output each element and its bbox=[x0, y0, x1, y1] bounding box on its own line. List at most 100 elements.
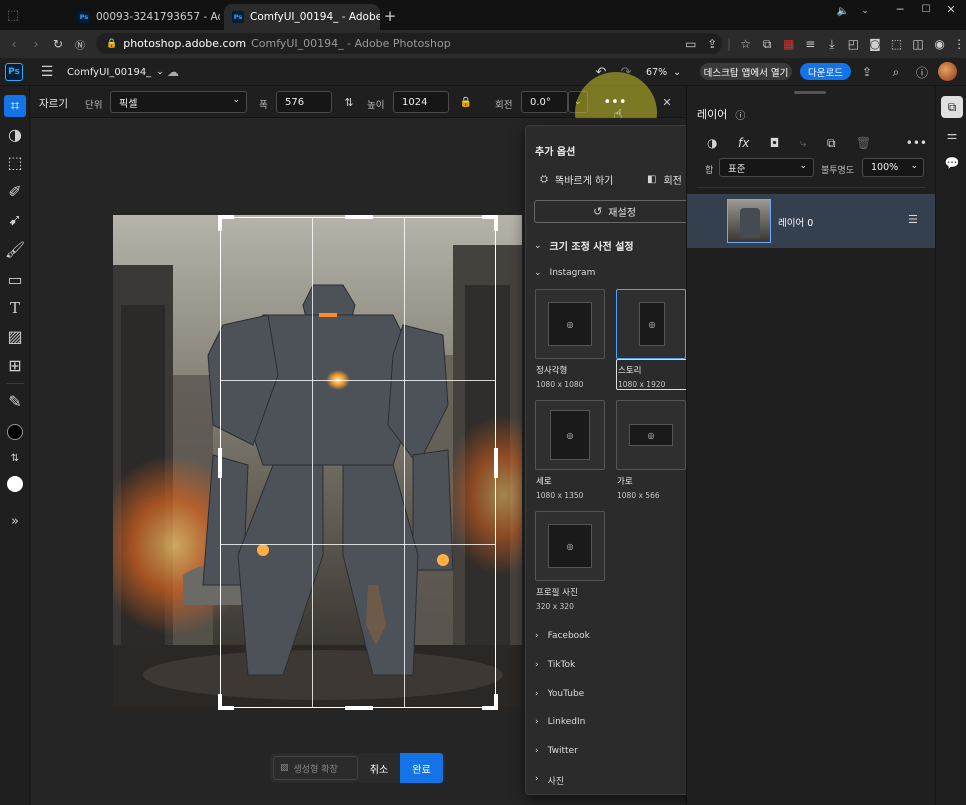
crop-handle-bottom[interactable] bbox=[345, 706, 373, 710]
flag-extension-icon[interactable]: ▦ bbox=[780, 35, 798, 53]
new-tab-icon[interactable]: + bbox=[382, 7, 398, 25]
preset-profile[interactable]: ◎ 프로필 사진 320 x 320 bbox=[535, 511, 607, 616]
layer-row[interactable]: 레이어 0 ☰ bbox=[687, 194, 936, 248]
search-icon[interactable]: ⌕ bbox=[887, 63, 905, 81]
lock-ratio-icon[interactable]: 🔒 bbox=[459, 95, 473, 109]
browser-tab-2[interactable]: Ps ComfyUI_00194_ - Adobe P ✕ bbox=[224, 4, 380, 30]
download-button[interactable]: 다운로드 bbox=[800, 63, 851, 80]
unit-select[interactable]: 픽셀 ⌄ bbox=[110, 91, 247, 113]
cast-icon[interactable]: ▭ bbox=[682, 35, 700, 53]
eyedropper-icon[interactable]: ✎ bbox=[4, 390, 26, 412]
extension-n-icon[interactable]: Ⓝ bbox=[72, 36, 88, 52]
browser-tab-1[interactable]: Ps 00093-3241793657 - Adobe ✕ bbox=[70, 4, 220, 30]
straighten-button[interactable]: ⛭ 똑바르게 하기 bbox=[540, 172, 613, 187]
preset-square[interactable]: ◎ 정사각형 1080 x 1080 bbox=[535, 289, 607, 394]
preset-portrait[interactable]: ◎ 세로 1080 x 1350 bbox=[535, 400, 607, 505]
healing-brush-icon[interactable]: ✐ bbox=[4, 180, 26, 202]
layer-properties-icon[interactable]: ☰ bbox=[908, 213, 918, 226]
cancel-button[interactable]: 취소 bbox=[358, 761, 400, 776]
instagram-section[interactable]: ⌄ Instagram bbox=[534, 268, 595, 278]
done-button[interactable]: 완료 bbox=[400, 753, 443, 783]
window-close-icon[interactable]: ✕ bbox=[942, 2, 960, 16]
expand-tools-icon[interactable]: » bbox=[4, 510, 26, 532]
opacity-input[interactable]: 100% ⌄ bbox=[862, 158, 924, 177]
place-image-icon[interactable]: ▨ bbox=[4, 325, 26, 347]
swap-dimensions-icon[interactable]: ⇅ bbox=[342, 95, 356, 109]
rotate-button[interactable]: ◧ 회전 bbox=[647, 172, 682, 187]
delete-icon[interactable]: 🗑 bbox=[856, 136, 871, 150]
speaker-icon[interactable]: 🔈 bbox=[836, 4, 850, 18]
forward-icon[interactable]: › bbox=[28, 36, 44, 52]
foreground-color-swatch[interactable] bbox=[7, 424, 23, 440]
generative-expand-button[interactable]: ▨ 생성형 확장 bbox=[273, 756, 358, 780]
bookmark-star-icon[interactable]: ☆ bbox=[737, 35, 755, 53]
adjustment-layer-icon[interactable]: ◑ bbox=[707, 136, 717, 150]
shape-tool-icon[interactable]: ▭ bbox=[4, 268, 26, 290]
panel-drag-handle[interactable] bbox=[794, 91, 826, 94]
crop-frame[interactable] bbox=[218, 215, 498, 710]
camera-icon[interactable]: ◙ bbox=[866, 35, 884, 53]
zoom-dropdown[interactable]: 67% ⌄ bbox=[646, 65, 681, 79]
profile-avatar[interactable]: ◉ bbox=[931, 35, 949, 53]
screenshot-icon[interactable]: ⬚ bbox=[888, 35, 906, 53]
layers-panel-icon[interactable]: ⧉ bbox=[941, 96, 963, 118]
properties-panel-icon[interactable]: ⚌ bbox=[941, 124, 963, 146]
add-image-icon[interactable]: ⊞ bbox=[4, 354, 26, 376]
crop-handle-tr[interactable] bbox=[482, 215, 498, 231]
hamburger-menu-icon[interactable]: ☰ bbox=[38, 63, 56, 81]
presets-heading[interactable]: ⌄ 크기 조정 사전 설정 bbox=[534, 238, 634, 254]
back-icon[interactable]: ‹ bbox=[6, 36, 22, 52]
translate-icon[interactable]: ◰ bbox=[845, 35, 863, 53]
effects-icon[interactable]: fx bbox=[738, 136, 749, 150]
document-name-dropdown[interactable]: ComfyUI_00194_ ⌄ bbox=[67, 65, 164, 79]
swap-colors-icon[interactable]: ⇅ bbox=[4, 447, 26, 469]
maximize-icon[interactable]: ☐ bbox=[918, 2, 934, 16]
extension-icon[interactable]: ⧉ bbox=[758, 35, 776, 53]
crop-handle-br[interactable] bbox=[482, 694, 498, 710]
crop-handle-right[interactable] bbox=[494, 448, 498, 478]
help-icon[interactable]: ⓘ bbox=[913, 63, 931, 81]
crop-handle-bl[interactable] bbox=[218, 694, 234, 710]
kebab-menu-icon[interactable]: ⋮ bbox=[952, 35, 966, 53]
tab-search-icon[interactable]: ⬚ bbox=[4, 6, 22, 24]
crop-tool-icon[interactable]: ⌗ bbox=[4, 95, 26, 117]
clip-icon[interactable]: ⤷ bbox=[800, 136, 807, 151]
platform-tiktok[interactable]: › TikTok bbox=[535, 660, 575, 670]
crop-handle-left[interactable] bbox=[218, 448, 222, 478]
quick-action-icon[interactable]: ➹ bbox=[4, 208, 26, 230]
layer-stack-icon[interactable]: ⧉ bbox=[827, 136, 836, 151]
user-avatar[interactable] bbox=[938, 62, 957, 81]
reload-icon[interactable]: ↻ bbox=[50, 36, 66, 52]
select-subject-icon[interactable]: ⬚ bbox=[4, 151, 26, 173]
crop-handle-tl[interactable] bbox=[218, 215, 234, 231]
crop-handle-top[interactable] bbox=[345, 215, 373, 219]
platform-twitter[interactable]: › Twitter bbox=[535, 746, 578, 756]
more-icon[interactable]: ••• bbox=[906, 136, 927, 150]
close-crop-icon[interactable]: ✕ bbox=[659, 94, 675, 110]
share-icon[interactable]: ⇪ bbox=[704, 35, 722, 53]
preset-story[interactable]: ◎ 스토리 1080 x 1920 bbox=[616, 289, 691, 391]
info-icon[interactable]: ⓘ bbox=[735, 107, 745, 122]
blend-mode-select[interactable]: 표준 ⌄ bbox=[719, 158, 814, 177]
download-icon[interactable]: ⤓ bbox=[823, 35, 841, 53]
platform-facebook[interactable]: › Facebook bbox=[535, 631, 590, 641]
url-field[interactable]: 🔒 photoshop.adobe.com ComfyUI_00194_ - A… bbox=[96, 33, 722, 54]
comments-panel-icon[interactable]: 💬 bbox=[941, 152, 963, 174]
cloud-icon[interactable]: ☁ bbox=[164, 63, 182, 81]
background-color-swatch[interactable] bbox=[7, 476, 23, 492]
open-desktop-button[interactable]: 데스크탑 앱에서 열기 bbox=[700, 63, 792, 80]
sidepanel-icon[interactable]: ◫ bbox=[909, 35, 927, 53]
height-input[interactable]: 1024 bbox=[393, 91, 449, 113]
rotate-input[interactable]: 0.0° bbox=[521, 91, 568, 113]
minimize-icon[interactable]: ─ bbox=[890, 2, 910, 16]
reset-button[interactable]: ↺ 재설정 bbox=[534, 200, 695, 223]
reading-list-icon[interactable]: ≡ bbox=[802, 35, 820, 53]
platform-linkedin[interactable]: › LinkedIn bbox=[535, 717, 585, 727]
ps-logo[interactable]: Ps bbox=[5, 63, 23, 81]
mask-icon[interactable]: ◘ bbox=[770, 136, 780, 150]
platform-photo[interactable]: › 사진 bbox=[535, 774, 564, 787]
brush-tool-icon[interactable]: 🖌 bbox=[4, 238, 26, 260]
type-tool-icon[interactable]: T bbox=[4, 297, 26, 319]
share-icon[interactable]: ⇪ bbox=[858, 63, 876, 81]
adjust-tool-icon[interactable]: ◑ bbox=[4, 123, 26, 145]
